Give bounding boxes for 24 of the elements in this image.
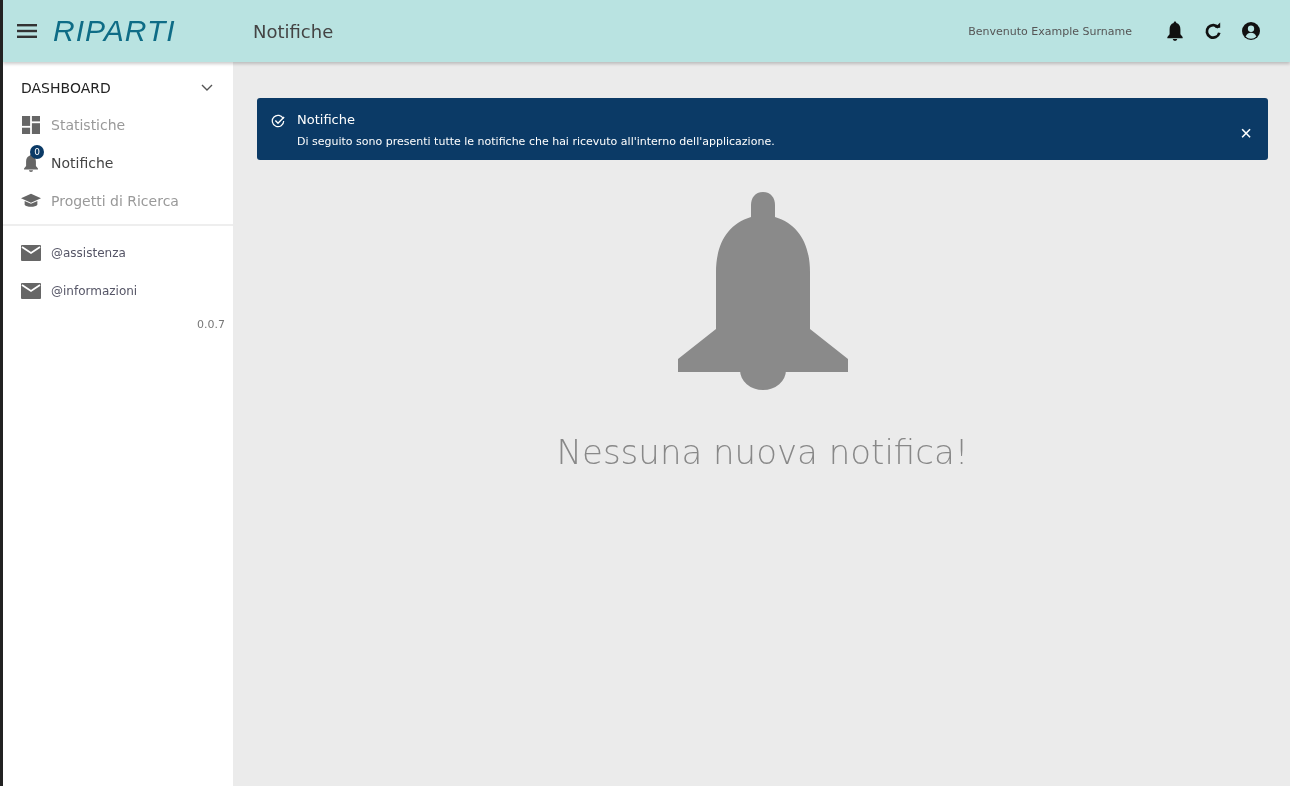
bell-icon — [677, 192, 848, 392]
sidebar-item[interactable]: Notifiche — [51, 155, 114, 171]
envelope-icon — [21, 282, 41, 300]
refresh-icon[interactable] — [1204, 21, 1222, 41]
close-button[interactable]: × — [1236, 122, 1256, 145]
app-logo[interactable]: RIPARTI — [53, 14, 233, 48]
version-text: 0.0.7 — [197, 318, 225, 331]
banner-title: Notifiche — [297, 112, 356, 127]
bell-icon[interactable] — [1166, 21, 1184, 41]
dashboard-grid-icon — [21, 116, 41, 134]
envelope-icon — [21, 244, 41, 262]
dashboard-section-toggle[interactable]: DASHBOARD — [3, 62, 233, 106]
banner-message: Di seguito sono presenti tutte le notifiche che hai ricevuto all'interno dell'applicazione. — [297, 135, 776, 148]
welcome-text: Benvenuto Example Surname — [968, 24, 1132, 38]
graduation-cap-icon — [21, 192, 41, 210]
email-link[interactable]: @informazioni — [51, 284, 138, 298]
menu-icon[interactable] — [17, 24, 37, 38]
email-link[interactable]: @assistenza — [51, 246, 126, 260]
notification-count-badge: 0 — [30, 145, 44, 159]
user-icon[interactable] — [1242, 21, 1260, 41]
bell-icon — [21, 154, 41, 172]
check-circle-icon — [271, 114, 285, 128]
empty-state-message: Nessuna nuova notifica! — [556, 432, 969, 472]
page-title: Notifiche — [253, 20, 334, 42]
